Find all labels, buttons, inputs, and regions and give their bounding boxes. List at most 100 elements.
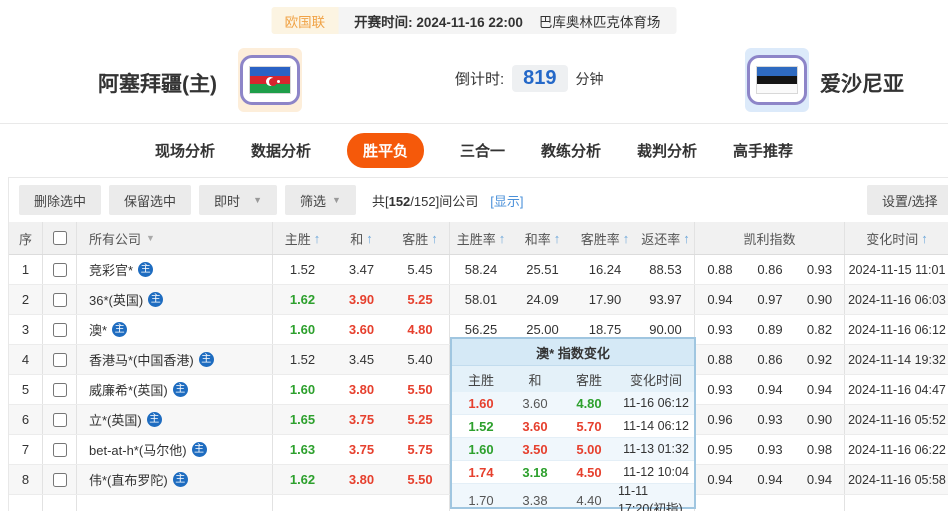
col-header-change-time[interactable]: 变化时间 [845, 222, 948, 254]
col-header-no: 序 [9, 222, 43, 254]
popup-draw-odds: 3.38 [522, 493, 548, 508]
company-cell[interactable]: 澳* 主 [77, 315, 273, 344]
away-odds-cell: 5.50 [391, 375, 450, 404]
col-header-home-odds[interactable]: 主胜 [273, 222, 332, 254]
col-header-away-rate[interactable]: 客胜率 [573, 222, 637, 254]
countdown-value: 819 [512, 65, 568, 92]
home-team-name: 阿塞拜疆(主) [98, 73, 217, 96]
tab-3[interactable]: 胜平负 [346, 133, 424, 168]
table-row: 2 36*(英国) 主 1.62 3.90 5.25 58.01 24.09 17.90 93.9… [9, 285, 948, 315]
change-time-cell: 2024-11-16 05:52 [848, 412, 946, 427]
countdown-label: 倒计时: [455, 71, 505, 88]
keep-selected-button[interactable]: 保留选中 [109, 185, 192, 215]
popup-col-header-3: 客胜 [575, 372, 602, 388]
kelly-cell: 0.92 [795, 345, 845, 374]
away-rate-cell: 17.90 [588, 292, 622, 307]
select-all-checkbox[interactable] [52, 231, 67, 245]
home-odds-cell: 1.62 [289, 472, 316, 487]
change-time-cell: 2024-11-16 06:12 [848, 322, 946, 337]
col-header-payout-rate[interactable]: 返还率 [637, 222, 695, 254]
table-toolbar: 删除选中 保留选中 即时 ▼ 筛选 ▼ 共[152/152]间公司 [显示] 设… [9, 178, 948, 222]
settings-button[interactable]: 设置/选择 [867, 185, 948, 215]
change-time-cell: 2024-11-16 04:47 [848, 382, 946, 397]
row-checkbox[interactable] [52, 352, 67, 367]
match-info-bar: 欧国联 开赛时间: 2024-11-16 22:00 巴库奥林匹克体育场 [271, 7, 677, 34]
company-cell[interactable]: 香港马*(中国香港) 主 [77, 345, 273, 374]
draw-odds-cell: 3.45 [348, 352, 375, 367]
empty-cell [9, 495, 43, 511]
col-header-company[interactable]: 所有公司 [77, 222, 273, 254]
payout-rate-cell: 88.53 [637, 255, 695, 284]
kelly-cell: 0.93 [707, 322, 733, 337]
kelly-cell: 0.98 [795, 435, 845, 464]
change-time-cell: 2024-11-16 06:03 [848, 292, 946, 307]
countdown-unit: 分钟 [575, 70, 604, 87]
col-header-draw-rate[interactable]: 和率 [512, 222, 573, 254]
row-checkbox[interactable] [52, 442, 67, 457]
main-company-badge-icon: 主 [172, 472, 188, 487]
kelly-cell: 0.94 [795, 465, 845, 494]
company-cell[interactable]: bet-at-h*(马尔他) 主 [77, 435, 273, 464]
row-number: 3 [9, 315, 43, 344]
company-cell[interactable]: 竞彩官* 主 [77, 255, 273, 284]
kelly-cell: 0.86 [757, 352, 783, 367]
show-link[interactable]: [显示] [490, 191, 523, 210]
popup-away-odds: 4.40 [576, 493, 602, 508]
tab-2[interactable]: 数据分析 [251, 140, 311, 161]
row-checkbox[interactable] [52, 472, 67, 487]
popup-away-odds: 4.50 [576, 464, 602, 480]
row-checkbox-cell [43, 315, 77, 344]
home-odds-cell: 1.52 [289, 262, 316, 277]
col-header-draw-odds[interactable]: 和 [332, 222, 391, 254]
payout-rate-cell: 93.97 [637, 285, 695, 314]
col-header-home-rate[interactable]: 主胜率 [450, 222, 512, 254]
company-cell[interactable]: 伟*(直布罗陀) 主 [77, 465, 273, 494]
home-rate-cell: 58.24 [464, 262, 498, 277]
col-header-away-odds[interactable]: 客胜 [391, 222, 450, 254]
away-odds-cell: 5.50 [391, 465, 450, 494]
company-cell[interactable]: 36*(英国) 主 [77, 285, 273, 314]
tab-7[interactable]: 高手推荐 [733, 140, 793, 161]
change-time-cell: 2024-11-15 11:01 [848, 262, 946, 277]
popup-row: 1.74 3.18 4.50 11-12 10:04 [452, 461, 694, 484]
popup-home-odds: 1.52 [468, 418, 494, 434]
row-checkbox-cell [43, 465, 77, 494]
tab-6[interactable]: 裁判分析 [637, 140, 697, 161]
row-checkbox[interactable] [52, 262, 67, 277]
kelly-cell: 0.94 [795, 375, 845, 404]
popup-change-time: 11-11 17:20(初指) [618, 484, 683, 511]
kelly-cell: 0.88 [707, 262, 733, 277]
table-row: 1 竞彩官* 主 1.52 3.47 5.45 58.24 25.51 16.24 88.53 0.… [9, 255, 948, 285]
home-team-flag [238, 48, 302, 112]
tab-4[interactable]: 三合一 [460, 140, 505, 161]
kickoff-time: 2024-11-16 22:00 [416, 14, 523, 30]
row-checkbox[interactable] [52, 292, 67, 307]
popup-col-header-2: 和 [528, 372, 542, 388]
away-rate-cell: 16.24 [588, 262, 622, 277]
away-odds-cell: 4.80 [391, 315, 450, 344]
empty-cell [795, 495, 845, 511]
popup-draw-odds: 3.60 [522, 418, 548, 434]
filter-dropdown[interactable]: 筛选 ▼ [285, 185, 356, 215]
away-odds-cell: 5.45 [391, 255, 450, 284]
company-cell[interactable]: 立*(英国) 主 [77, 405, 273, 434]
change-time-cell: 2024-11-16 05:58 [848, 472, 946, 487]
sort-asc-icon [683, 231, 690, 246]
col-header-kelly: 凯利指数 [695, 222, 845, 254]
row-checkbox[interactable] [52, 322, 67, 337]
company-name: 竞彩官* [89, 263, 134, 278]
tab-1[interactable]: 现场分析 [155, 140, 215, 161]
draw-odds-cell: 3.80 [348, 472, 375, 487]
chevron-down-icon [146, 233, 155, 243]
popup-home-odds: 1.74 [468, 464, 494, 480]
delete-selected-button[interactable]: 删除选中 [19, 185, 102, 215]
company-name: 澳* [89, 323, 108, 338]
row-checkbox[interactable] [52, 412, 67, 427]
tab-5[interactable]: 教练分析 [541, 140, 601, 161]
main-company-badge-icon: 主 [138, 262, 154, 277]
teams-section: 阿塞拜疆(主) 倒计时: 819 分钟 爱沙尼亚 [0, 40, 948, 122]
time-filter-dropdown[interactable]: 即时 ▼ [199, 185, 278, 215]
row-checkbox[interactable] [52, 382, 67, 397]
company-cell[interactable]: 威廉希*(英国) 主 [77, 375, 273, 404]
sort-asc-icon [314, 231, 321, 246]
